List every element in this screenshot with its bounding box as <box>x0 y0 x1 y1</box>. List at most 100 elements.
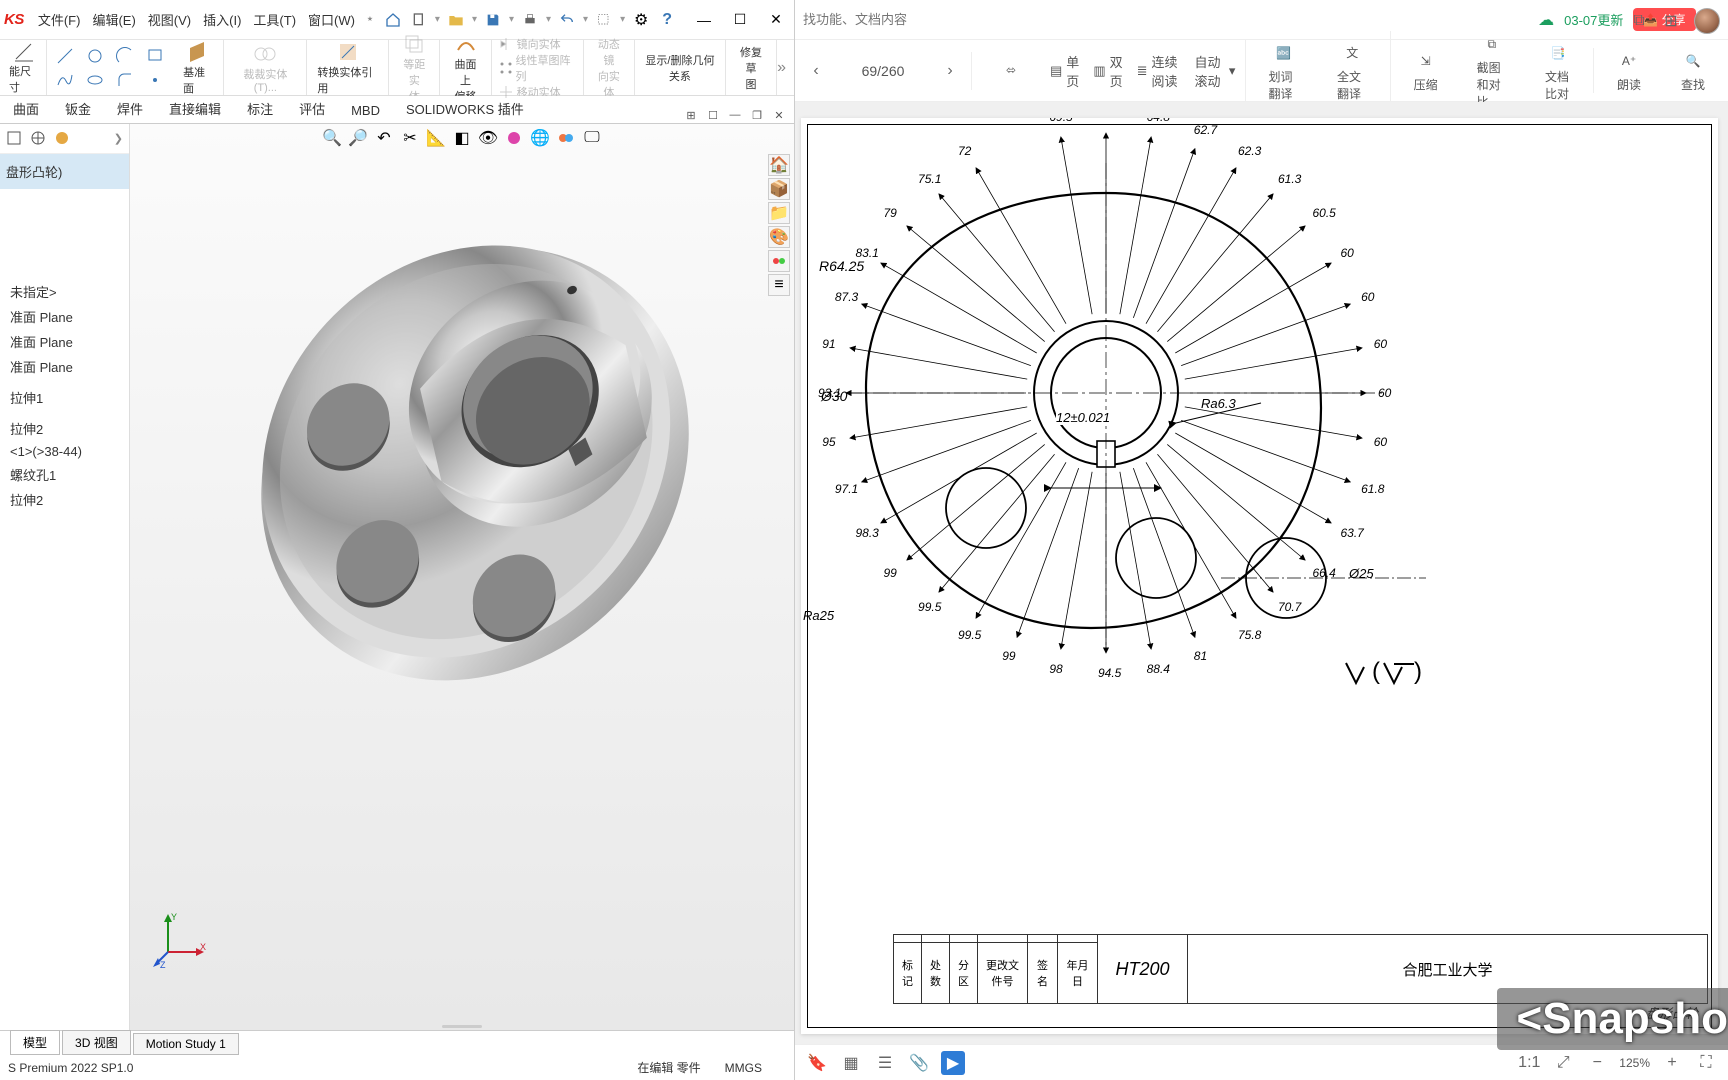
close-button[interactable]: ✕ <box>762 8 790 32</box>
fit-width-button[interactable]: ⬄ <box>986 57 1036 85</box>
home-pane-icon[interactable]: 🏠 <box>768 154 790 176</box>
compress-button[interactable]: ⇲压缩 <box>1401 48 1451 93</box>
grid-icon[interactable]: ⊞ <box>1660 10 1682 32</box>
user-avatar[interactable] <box>1694 8 1720 34</box>
options-icon[interactable]: ⚙ <box>631 10 651 30</box>
hide-show-icon[interactable]: 👁 <box>478 128 498 148</box>
tree-node[interactable]: 螺纹孔1 <box>0 462 129 487</box>
auto-scroll-button[interactable]: 自动滚动 ▾ <box>1194 52 1235 90</box>
undo-icon[interactable] <box>557 10 577 30</box>
render-icon[interactable]: 🖵 <box>582 128 602 148</box>
tab-sheetmetal[interactable]: 钣金 <box>52 93 104 123</box>
custom-props-icon[interactable]: ≡ <box>768 274 790 296</box>
tab-surface[interactable]: 曲面 <box>0 93 52 123</box>
read-aloud-button[interactable]: A⁺朗读 <box>1604 48 1654 93</box>
page-indicator[interactable]: 69/260 <box>833 63 933 79</box>
window-layout-icon[interactable]: ⧉ <box>1628 10 1650 32</box>
apply-scene-icon[interactable] <box>556 128 576 148</box>
trim-body-button[interactable]: 裁裁实体(T)... <box>230 42 300 94</box>
tab-model[interactable]: 模型 <box>10 1030 60 1055</box>
outline-icon[interactable]: ☰ <box>873 1051 897 1075</box>
view-orientation-icon[interactable]: 📐 <box>426 128 446 148</box>
graphics-area[interactable]: 🔍 🔎 ↶ ✂ 📐 ◧ 👁 🌐 🖵 🏠 📦 📁 🎨 <box>130 124 794 1030</box>
zoom-in-icon[interactable]: + <box>1660 1051 1684 1075</box>
tree-node[interactable]: <1>(>38-44) <box>0 441 129 462</box>
tab-addins[interactable]: SOLIDWORKS 插件 <box>393 93 537 123</box>
menu-edit[interactable]: 编辑(E) <box>92 10 135 29</box>
full-translate-button[interactable]: 文全文翻译 <box>1325 40 1380 102</box>
select-icon[interactable] <box>594 10 614 30</box>
doc-compare-button[interactable]: 📑文档比对 <box>1533 40 1583 102</box>
menu-insert[interactable]: 插入(I) <box>203 10 241 29</box>
fillet-tool[interactable] <box>111 69 139 91</box>
configurationmanager-icon[interactable] <box>54 130 72 148</box>
prev-page-button[interactable]: ‹ <box>805 60 827 82</box>
ellipse-tool[interactable] <box>81 69 109 91</box>
tab-motion[interactable]: Motion Study 1 <box>133 1033 239 1055</box>
help-icon[interactable]: ? <box>657 10 677 30</box>
convert-entities-button[interactable]: 转换实体引用 <box>313 40 382 96</box>
smart-dimension-button[interactable]: 能尺寸 <box>5 41 43 95</box>
resources-pane-icon[interactable]: 📦 <box>768 178 790 200</box>
zoom-out-icon[interactable]: − <box>1585 1051 1609 1075</box>
tab-evaluate[interactable]: 评估 <box>286 93 338 123</box>
single-page-button[interactable]: ▤ 单页 <box>1050 52 1079 90</box>
plane-button[interactable]: 基准面 <box>179 40 217 96</box>
pdf-page-area[interactable]: ( ) 69.566.864.862.762.361.360.560606060… <box>795 102 1728 1044</box>
tree-node[interactable]: 拉伸2 <box>0 416 129 441</box>
tree-node[interactable]: 未指定> <box>0 279 129 304</box>
appearance-icon[interactable] <box>504 128 524 148</box>
status-units[interactable]: MMGS <box>725 1061 762 1075</box>
page-thumb-icon[interactable]: ▦ <box>839 1051 863 1075</box>
doc-close-icon[interactable]: ✕ <box>770 107 788 123</box>
tab-weldment[interactable]: 焊件 <box>104 93 156 123</box>
search-input[interactable] <box>803 11 1528 29</box>
line-tool[interactable] <box>51 45 79 67</box>
linear-pattern-tool[interactable]: 线性草图阵列 <box>498 52 577 84</box>
screenshot-compare-button[interactable]: ⧉截图和对比 <box>1465 31 1519 110</box>
view-triad[interactable]: Y X Z <box>150 910 210 970</box>
tree-node[interactable]: 拉伸1 <box>0 385 129 410</box>
menu-window[interactable]: 窗口(W) <box>308 10 355 29</box>
new-icon[interactable] <box>409 10 429 30</box>
tree-expand-icon[interactable]: ❯ <box>114 132 123 145</box>
arc-tool[interactable] <box>111 45 139 67</box>
dynamic-mirror-button[interactable]: 动态镜 向实体 <box>590 36 628 100</box>
viewport-tile-icon[interactable]: ⊞ <box>682 107 700 123</box>
section-view-icon[interactable]: ✂ <box>400 128 420 148</box>
rect-tool[interactable] <box>141 45 169 67</box>
repair-sketch-button[interactable]: 修复草 图 <box>732 44 770 92</box>
spline-tool[interactable] <box>51 69 79 91</box>
appearances-pane-icon[interactable] <box>768 250 790 272</box>
point-tool[interactable] <box>141 69 169 91</box>
ribbon-expand-icon[interactable]: » <box>777 59 786 77</box>
open-icon[interactable] <box>446 10 466 30</box>
maximize-button[interactable]: ☐ <box>726 8 754 32</box>
viewport-single-icon[interactable]: ☐ <box>704 107 722 123</box>
featuremanager-icon[interactable] <box>6 130 24 148</box>
save-icon[interactable] <box>483 10 503 30</box>
print-icon[interactable] <box>520 10 540 30</box>
update-label[interactable]: 03-07更新 <box>1564 10 1623 29</box>
cloud-sync-icon[interactable]: ☁ <box>1538 10 1554 30</box>
mirror-tool[interactable]: 镜向实体 <box>498 36 561 52</box>
tree-node[interactable]: 准面 Plane <box>0 354 129 379</box>
find-button[interactable]: 🔍查找 <box>1668 48 1718 93</box>
home-icon[interactable] <box>383 10 403 30</box>
zoom-fit-icon[interactable]: 🔍 <box>322 128 342 148</box>
tab-direct-edit[interactable]: 直接编辑 <box>156 93 234 123</box>
doc-restore-icon[interactable]: ❐ <box>748 107 766 123</box>
zoom-level[interactable]: 125% <box>1619 1056 1650 1070</box>
word-translate-button[interactable]: 🔤划词翻译 <box>1256 40 1311 102</box>
menu-view[interactable]: 视图(V) <box>148 10 191 29</box>
continuous-read-button[interactable]: ≣ 连续阅读 <box>1137 52 1181 90</box>
propertymanager-icon[interactable] <box>30 130 48 148</box>
tree-root[interactable]: 盘形凸轮) <box>0 154 129 189</box>
display-relations-button[interactable]: 显示/删除几何关系 <box>641 52 719 84</box>
minimize-button[interactable]: — <box>690 8 718 32</box>
zoom-area-icon[interactable]: 🔎 <box>348 128 368 148</box>
tree-node[interactable]: 准面 Plane <box>0 304 129 329</box>
fit-page-icon[interactable]: ⤢ <box>1551 1051 1575 1075</box>
double-page-button[interactable]: ▥ 双页 <box>1093 52 1122 90</box>
prev-view-icon[interactable]: ↶ <box>374 128 394 148</box>
